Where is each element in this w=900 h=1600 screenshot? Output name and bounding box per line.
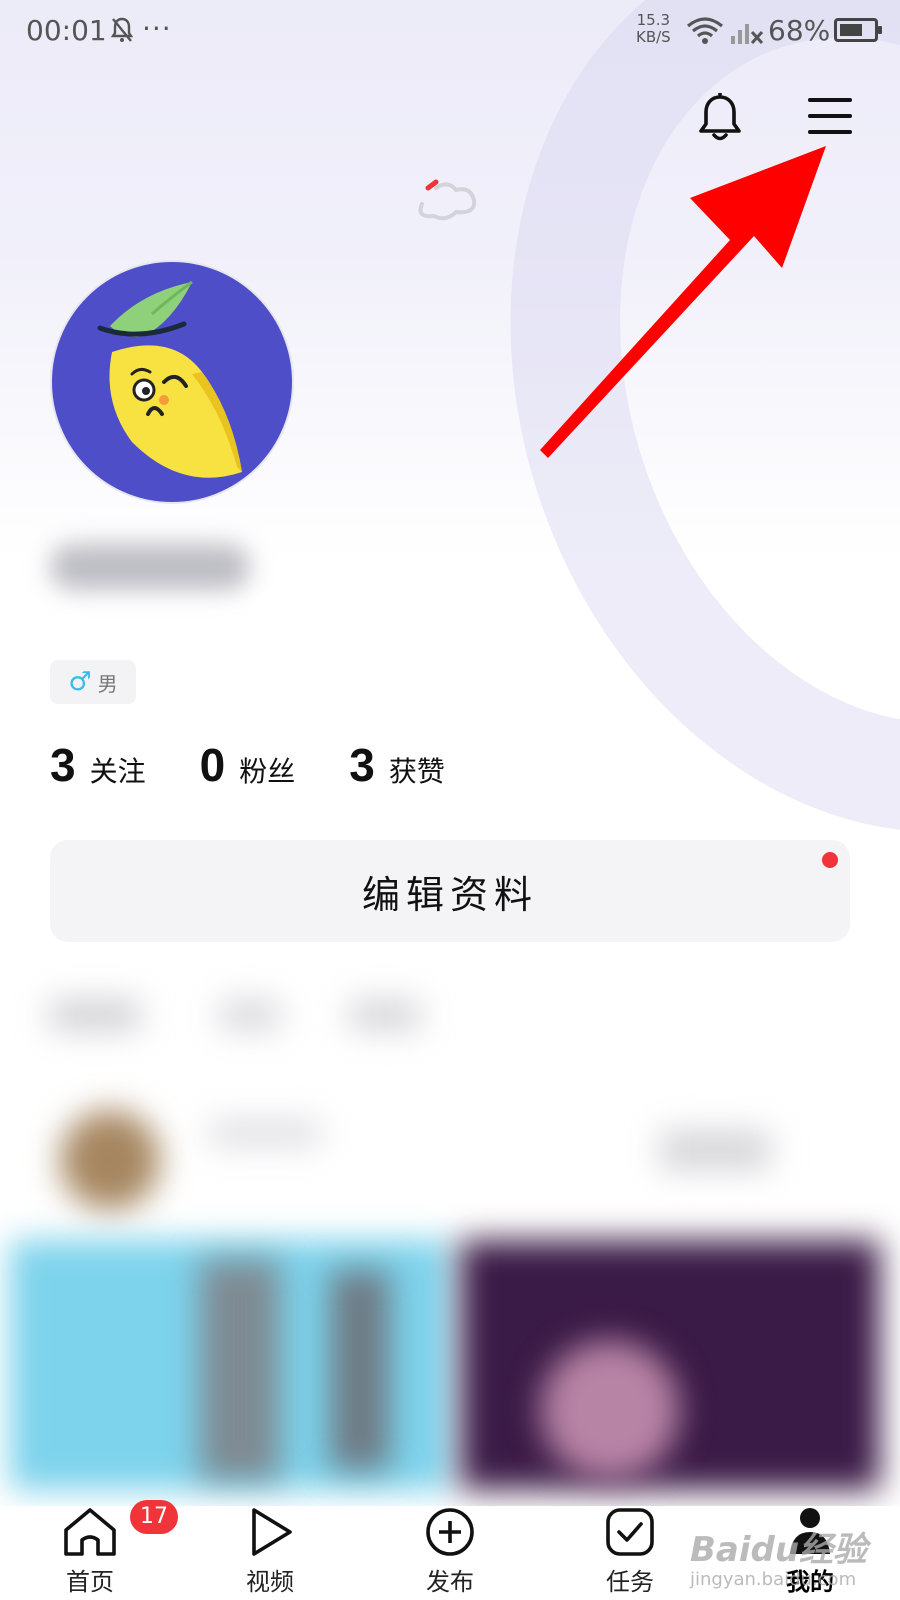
cell-signal-icon [730, 16, 764, 50]
status-bar: 00:01 ··· 15.3 KB/S 68% [0, 0, 900, 64]
status-more-icon: ··· [142, 12, 172, 45]
blurred-content-area [0, 980, 900, 1500]
home-badge: 17 [130, 1500, 178, 1534]
stat-following[interactable]: 3 关注 [50, 738, 146, 792]
tab-home-label: 首页 [66, 1568, 114, 1596]
tab-tasks[interactable]: 任务 [570, 1506, 690, 1600]
network-speed-value: 15.3 [636, 11, 671, 29]
male-icon: ♂ [68, 667, 92, 697]
edit-profile-button[interactable]: 编辑资料 [50, 840, 850, 942]
tab-publish-label: 发布 [426, 1568, 474, 1596]
battery-level-fill [840, 24, 862, 36]
profile-stats: 3 关注 0 粉丝 3 获赞 [50, 738, 499, 798]
status-time: 00:01 [26, 14, 107, 47]
home-icon [64, 1508, 116, 1556]
app-logo-icon [412, 178, 484, 222]
likes-label: 获赞 [388, 755, 445, 788]
following-count: 3 [50, 739, 76, 791]
username-blurred [50, 544, 250, 590]
mute-bell-icon [110, 16, 134, 48]
notification-bell-icon[interactable] [696, 92, 744, 144]
gender-label: 男 [97, 671, 118, 696]
battery-percent: 68% [768, 14, 831, 47]
battery-icon [834, 18, 882, 42]
tab-tasks-label: 任务 [606, 1568, 654, 1596]
following-label: 关注 [89, 755, 146, 788]
followers-label: 粉丝 [239, 755, 296, 788]
baidu-watermark: Baidu经验 jingyan.baidu.com [690, 1522, 867, 1590]
plus-circle-icon [426, 1508, 474, 1556]
likes-count: 3 [349, 739, 375, 791]
network-speed: 15.3 KB/S [636, 12, 671, 46]
gender-tag: ♂ 男 [50, 660, 136, 704]
watermark-url: jingyan.baidu.com [690, 1569, 857, 1590]
notification-dot [822, 852, 838, 868]
tab-video[interactable]: 视频 [210, 1506, 330, 1600]
followers-count: 0 [199, 739, 226, 791]
tab-video-label: 视频 [246, 1568, 294, 1596]
task-check-icon [606, 1508, 654, 1556]
tab-publish[interactable]: 发布 [390, 1506, 510, 1600]
network-speed-unit: KB/S [636, 28, 671, 46]
lemon-mascot-icon [97, 280, 242, 478]
avatar[interactable] [50, 260, 294, 504]
tab-home[interactable]: 首页 17 [30, 1500, 178, 1600]
stat-followers[interactable]: 0 粉丝 [200, 738, 296, 792]
play-icon [252, 1508, 292, 1556]
stat-likes[interactable]: 3 获赞 [349, 738, 445, 792]
menu-hamburger-icon[interactable] [808, 96, 852, 136]
wifi-icon [686, 16, 724, 50]
watermark-brand: Baidu经验 [690, 1530, 868, 1570]
annotation-arrow-icon [540, 140, 840, 460]
